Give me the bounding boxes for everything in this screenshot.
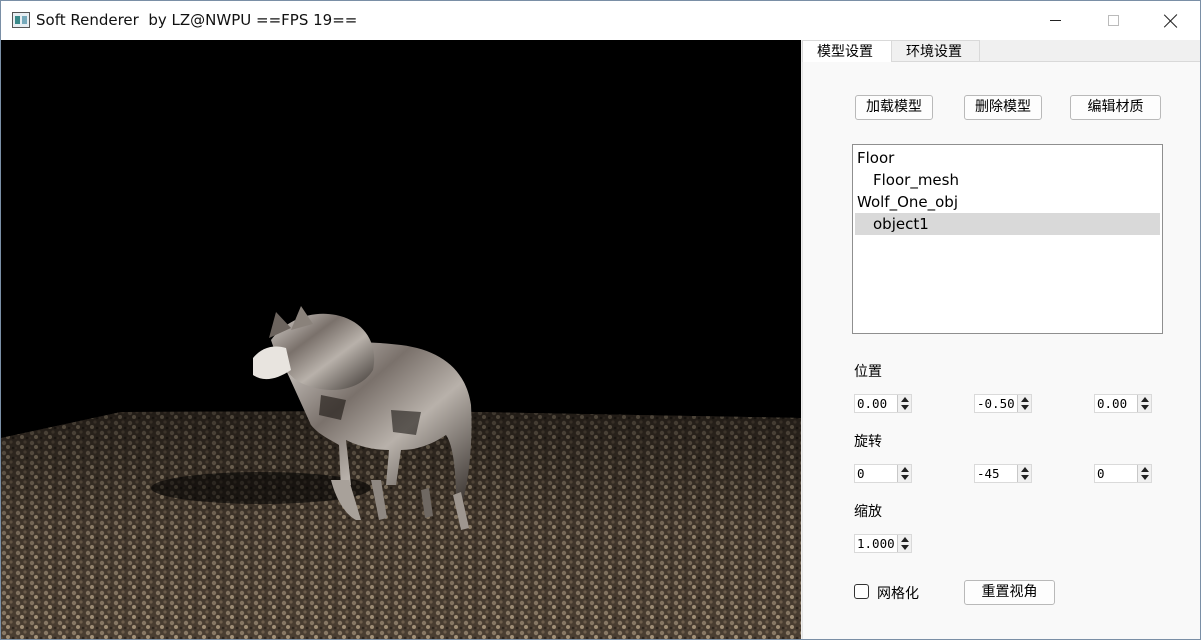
rotation-z-value: 0 <box>1097 466 1105 481</box>
delete-model-button[interactable]: 删除模型 <box>964 95 1042 120</box>
scale-value: 1.000 <box>857 536 895 551</box>
scale-spinbox[interactable]: 1.000 <box>854 534 912 553</box>
spin-up-icon[interactable] <box>901 397 909 402</box>
reset-view-button[interactable]: 重置视角 <box>964 580 1055 605</box>
spin-arrows[interactable] <box>897 535 911 552</box>
spin-down-icon[interactable] <box>1021 475 1029 480</box>
spin-arrows[interactable] <box>1137 395 1151 412</box>
spin-arrows[interactable] <box>897 395 911 412</box>
tree-item-wolf-one-obj[interactable]: Wolf_One_obj <box>855 191 1160 213</box>
rotation-x-spinbox[interactable]: 0 <box>854 464 912 483</box>
edit-material-button[interactable]: 编辑材质 <box>1070 95 1161 120</box>
position-label: 位置 <box>854 364 882 380</box>
spin-up-icon[interactable] <box>1021 467 1029 472</box>
position-y-spinbox[interactable]: -0.50 <box>974 394 1032 413</box>
maximize-icon <box>1107 15 1119 26</box>
spin-arrows[interactable] <box>1137 465 1151 482</box>
tree-item-floor-mesh[interactable]: Floor_mesh <box>855 169 1160 191</box>
spin-arrows[interactable] <box>1017 395 1031 412</box>
wireframe-checkbox[interactable] <box>854 584 869 599</box>
spin-down-icon[interactable] <box>1021 405 1029 410</box>
spin-up-icon[interactable] <box>1021 397 1029 402</box>
title-bar: Soft Renderer by LZ@NWPU ==FPS 19== <box>1 1 1200 40</box>
app-window: Soft Renderer by LZ@NWPU ==FPS 19== 模型设置… <box>0 0 1201 640</box>
wireframe-label[interactable]: 网格化 <box>877 583 919 603</box>
spin-down-icon[interactable] <box>1141 475 1149 480</box>
spin-up-icon[interactable] <box>1141 467 1149 472</box>
position-z-spinbox[interactable]: 0.00 <box>1094 394 1152 413</box>
tree-item-floor[interactable]: Floor <box>855 147 1160 169</box>
spin-down-icon[interactable] <box>901 475 909 480</box>
maximize-button[interactable] <box>1084 1 1142 40</box>
rotation-x-value: 0 <box>857 466 865 481</box>
position-x-value: 0.00 <box>857 396 888 411</box>
model-tree[interactable]: Floor Floor_mesh Wolf_One_obj object1 <box>852 144 1163 334</box>
settings-panel: 模型设置 环境设置 加载模型 删除模型 编辑材质 Floor Floor_mes… <box>802 40 1200 639</box>
tab-environment-settings[interactable]: 环境设置 <box>892 40 980 62</box>
rotation-z-spinbox[interactable]: 0 <box>1094 464 1152 483</box>
app-icon <box>12 12 30 28</box>
minimize-button[interactable] <box>1026 1 1084 40</box>
spin-up-icon[interactable] <box>901 467 909 472</box>
scale-label: 缩放 <box>854 504 882 520</box>
spin-down-icon[interactable] <box>901 545 909 550</box>
close-icon <box>1164 14 1178 28</box>
spin-down-icon[interactable] <box>1141 405 1149 410</box>
rendered-scene <box>1 40 801 639</box>
load-model-button[interactable]: 加载模型 <box>855 95 933 120</box>
window-title: Soft Renderer by LZ@NWPU ==FPS 19== <box>36 11 358 29</box>
position-y-value: -0.50 <box>977 396 1015 411</box>
minimize-icon <box>1049 20 1061 21</box>
close-button[interactable] <box>1142 1 1200 40</box>
spin-down-icon[interactable] <box>901 405 909 410</box>
spin-up-icon[interactable] <box>1141 397 1149 402</box>
model-settings-page: 加载模型 删除模型 编辑材质 Floor Floor_mesh Wolf_One… <box>802 62 1200 639</box>
render-viewport[interactable] <box>1 40 801 639</box>
spin-arrows[interactable] <box>897 465 911 482</box>
position-x-spinbox[interactable]: 0.00 <box>854 394 912 413</box>
spin-arrows[interactable] <box>1017 465 1031 482</box>
spin-up-icon[interactable] <box>901 537 909 542</box>
rotation-label: 旋转 <box>854 434 882 450</box>
tab-bar: 模型设置 环境设置 <box>802 40 1200 63</box>
tree-item-object1[interactable]: object1 <box>855 213 1160 235</box>
tab-model-settings[interactable]: 模型设置 <box>802 40 892 63</box>
position-z-value: 0.00 <box>1097 396 1128 411</box>
rotation-y-value: -45 <box>977 466 1000 481</box>
rotation-y-spinbox[interactable]: -45 <box>974 464 1032 483</box>
